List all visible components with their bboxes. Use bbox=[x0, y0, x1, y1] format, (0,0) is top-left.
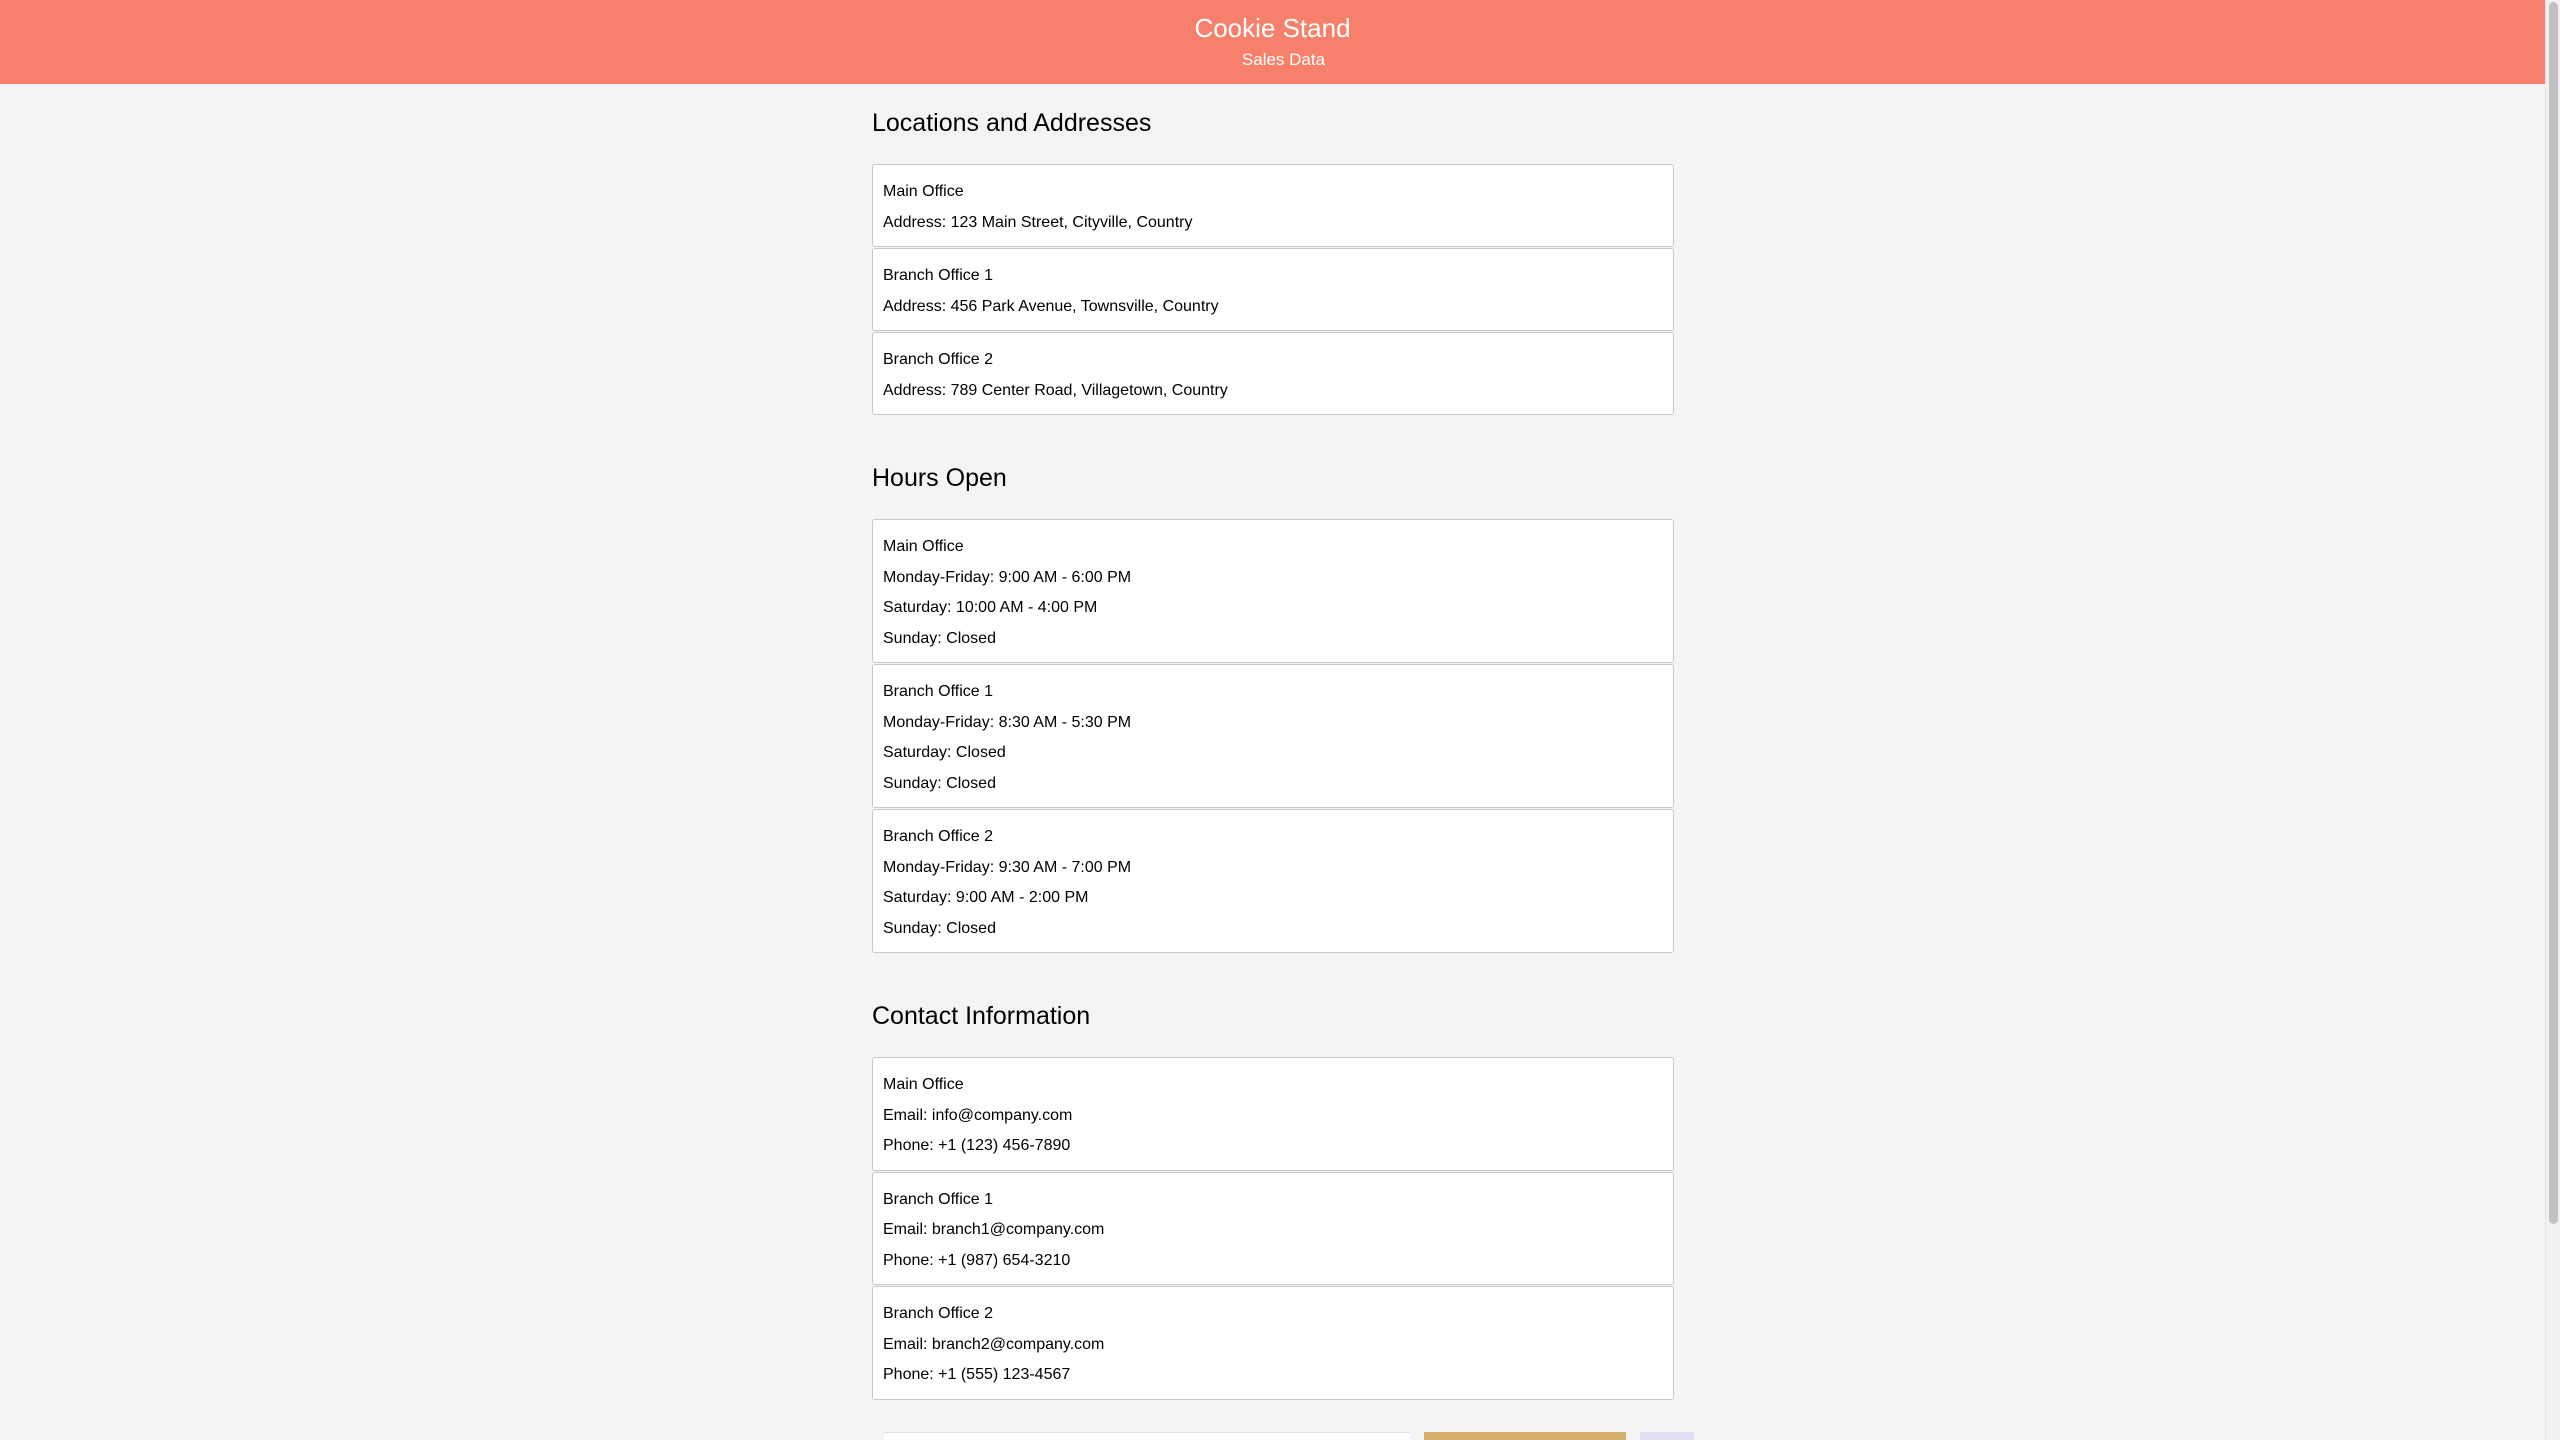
location-card-branch-1: Branch Office 1 Address: 456 Park Avenue… bbox=[872, 248, 1674, 331]
vertical-scrollbar[interactable] bbox=[2545, 0, 2560, 1440]
contact-card-branch-1: Branch Office 1 Email: branch1@company.c… bbox=[872, 1171, 1674, 1285]
contact-email: Email: branch1@company.com bbox=[883, 1221, 1105, 1238]
card-heading: Branch Office 2 bbox=[883, 828, 993, 845]
main-content: Locations and Addresses Main Office Addr… bbox=[872, 84, 1674, 1401]
hours-sunday: Sunday: Closed bbox=[883, 629, 996, 647]
contact-phone: Phone: +1 (555) 123-4567 bbox=[883, 1366, 1071, 1383]
card-heading: Main Office bbox=[883, 538, 964, 555]
card-address: Address: 789 Center Road, Villagetown, C… bbox=[883, 381, 1228, 399]
card-heading: Main Office bbox=[883, 183, 964, 200]
card-address: Address: 456 Park Avenue, Townsville, Co… bbox=[883, 297, 1219, 315]
contact-section: Contact Information Main Office Email: i… bbox=[872, 1001, 1674, 1400]
contact-card-main-office: Main Office Email: info@company.com Phon… bbox=[872, 1057, 1674, 1171]
partial-footer-image bbox=[1424, 1432, 1626, 1440]
hours-card-branch-1: Branch Office 1 Monday-Friday: 8:30 AM -… bbox=[872, 664, 1674, 808]
hours-sunday: Sunday: Closed bbox=[883, 774, 996, 792]
hours-card-main-office: Main Office Monday-Friday: 9:00 AM - 6:0… bbox=[872, 519, 1674, 663]
site-title: Cookie Stand bbox=[1194, 13, 1351, 43]
locations-section: Locations and Addresses Main Office Addr… bbox=[872, 108, 1674, 415]
hours-card-branch-2: Branch Office 2 Monday-Friday: 9:30 AM -… bbox=[872, 809, 1674, 953]
scrollbar-thumb[interactable] bbox=[2549, 2, 2558, 1224]
hours-weekday: Monday-Friday: 9:00 AM - 6:00 PM bbox=[883, 568, 1132, 586]
contact-email: Email: info@company.com bbox=[883, 1106, 1073, 1124]
contact-phone: Phone: +1 (123) 456-7890 bbox=[883, 1137, 1071, 1154]
location-card-main-office: Main Office Address: 123 Main Street, Ci… bbox=[872, 164, 1674, 247]
partial-footer-element bbox=[1640, 1432, 1694, 1440]
section-title-locations: Locations and Addresses bbox=[872, 109, 1152, 137]
section-title-hours: Hours Open bbox=[872, 464, 1007, 492]
hours-saturday: Saturday: 9:00 AM - 2:00 PM bbox=[883, 889, 1089, 906]
hours-section: Hours Open Main Office Monday-Friday: 9:… bbox=[872, 463, 1674, 953]
card-heading: Branch Office 2 bbox=[883, 1305, 993, 1322]
hours-saturday: Saturday: 10:00 AM - 4:00 PM bbox=[883, 599, 1098, 616]
section-title-contact: Contact Information bbox=[872, 1002, 1091, 1030]
card-heading: Branch Office 1 bbox=[883, 1190, 993, 1208]
card-heading: Main Office bbox=[883, 1076, 964, 1093]
page-header: Cookie Stand Sales Data bbox=[0, 0, 2545, 84]
contact-email: Email: branch2@company.com bbox=[883, 1335, 1105, 1353]
site-subtitle: Sales Data bbox=[1241, 50, 1326, 69]
location-card-branch-2: Branch Office 2 Address: 789 Center Road… bbox=[872, 332, 1674, 415]
card-heading: Branch Office 1 bbox=[883, 683, 993, 700]
hours-weekday: Monday-Friday: 8:30 AM - 5:30 PM bbox=[883, 713, 1132, 731]
contact-phone: Phone: +1 (987) 654-3210 bbox=[883, 1251, 1071, 1269]
hours-weekday: Monday-Friday: 9:30 AM - 7:00 PM bbox=[883, 858, 1132, 876]
hours-saturday: Saturday: Closed bbox=[883, 744, 1006, 761]
partial-footer-element bbox=[884, 1432, 1410, 1440]
card-heading: Branch Office 2 bbox=[883, 351, 993, 368]
hours-sunday: Sunday: Closed bbox=[883, 919, 996, 937]
card-address: Address: 123 Main Street, Cityville, Cou… bbox=[883, 213, 1193, 231]
card-heading: Branch Office 1 bbox=[883, 267, 993, 284]
contact-card-branch-2: Branch Office 2 Email: branch2@company.c… bbox=[872, 1286, 1674, 1400]
